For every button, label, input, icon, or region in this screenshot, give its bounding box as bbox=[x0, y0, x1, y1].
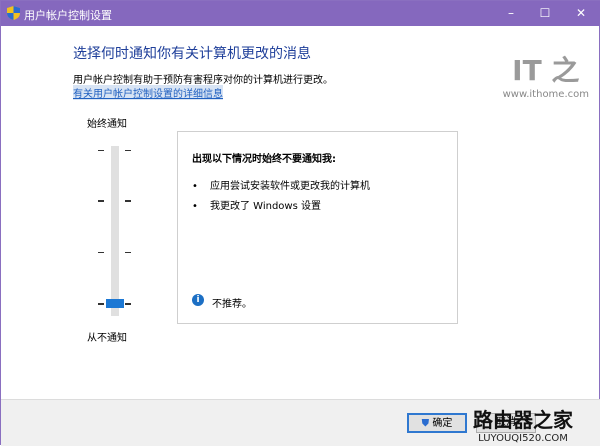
window-title: 用户帐户控制设置 bbox=[24, 9, 112, 22]
details-link[interactable]: 有关用户帐户控制设置的详细信息 bbox=[73, 85, 223, 100]
maximize-button[interactable]: ☐ bbox=[535, 4, 555, 22]
notify-slider-track[interactable] bbox=[111, 146, 119, 316]
slider-tick bbox=[98, 303, 104, 305]
minimize-button[interactable]: – bbox=[501, 4, 521, 22]
ok-button[interactable]: ⛊ 确定 bbox=[407, 413, 467, 433]
uac-shield-icon bbox=[7, 6, 20, 20]
slider-tick bbox=[98, 252, 104, 253]
description-panel: 出现以下情况时始终不要通知我: • 应用尝试安装软件或更改我的计算机 • 我更改了 … bbox=[177, 131, 458, 324]
list-item: • 应用尝试安装软件或更改我的计算机 bbox=[192, 181, 370, 192]
info-icon: i bbox=[192, 294, 204, 306]
slider-tick bbox=[98, 150, 104, 151]
slider-tick bbox=[125, 252, 131, 253]
slider-tick bbox=[125, 303, 131, 305]
panel-heading: 出现以下情况时始终不要通知我: bbox=[192, 154, 336, 165]
slider-bottom-label: 从不通知 bbox=[87, 333, 127, 344]
description: 用户帐户控制有助于预防有害程序对你的计算机进行更改。 bbox=[73, 75, 333, 86]
slider-tick bbox=[98, 200, 104, 202]
slider-tick bbox=[125, 200, 131, 202]
close-button[interactable]: ✕ bbox=[571, 4, 591, 22]
ithome-watermark: IT 之 www.ithome.com bbox=[502, 54, 589, 100]
list-item: • 我更改了 Windows 设置 bbox=[192, 201, 321, 212]
page-title: 选择何时通知你有关计算机更改的消息 bbox=[73, 46, 311, 62]
uac-shield-icon: ⛊ bbox=[421, 418, 430, 429]
slider-top-label: 始终通知 bbox=[87, 119, 127, 130]
luyouqi-watermark: 路由器之家 LUYOUQI520.COM bbox=[473, 408, 573, 444]
slider-tick bbox=[125, 150, 131, 151]
not-recommended-note: 不推荐。 bbox=[212, 299, 252, 310]
title-bar: 用户帐户控制设置 – ☐ ✕ bbox=[1, 1, 600, 26]
notify-slider-thumb[interactable] bbox=[106, 299, 124, 308]
